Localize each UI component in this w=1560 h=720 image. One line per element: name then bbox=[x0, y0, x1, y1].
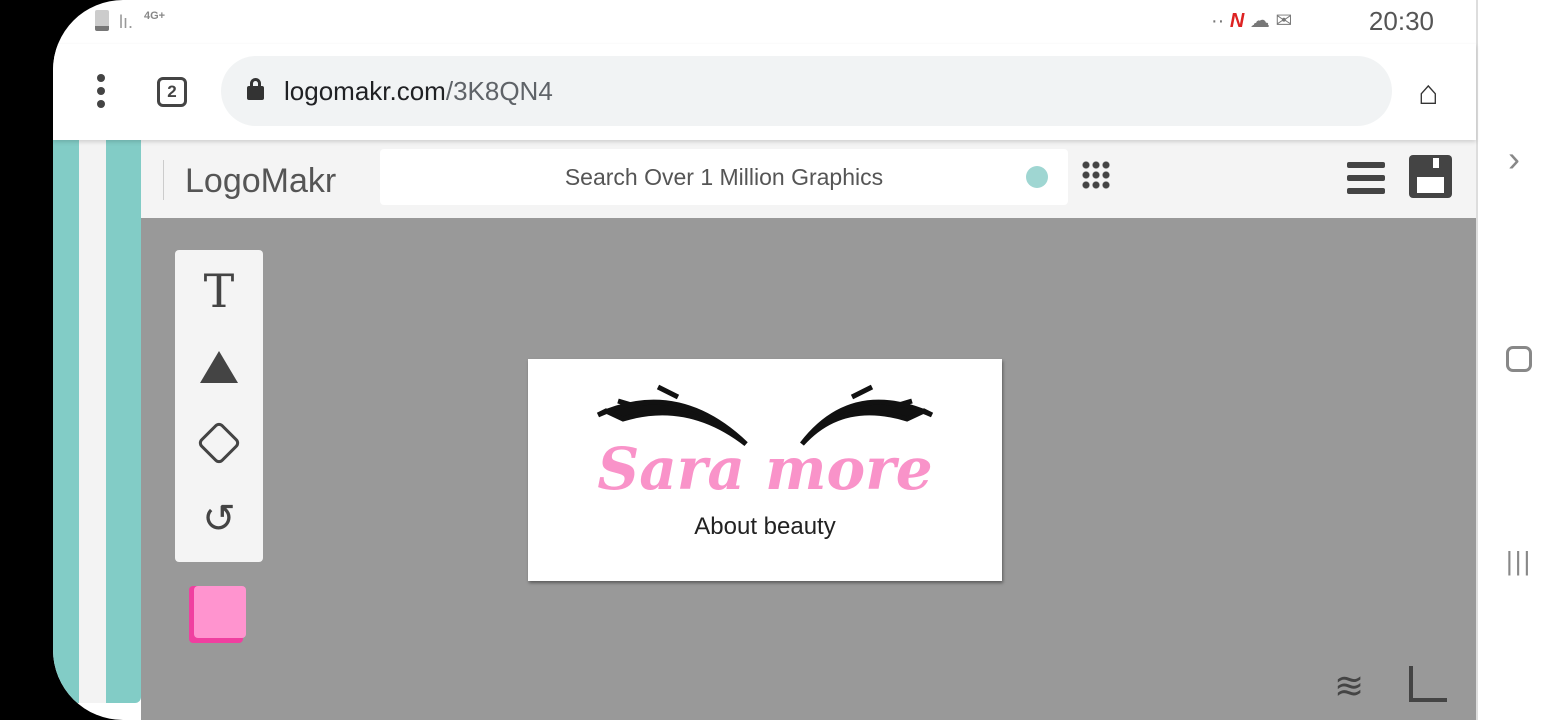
logo-artboard[interactable]: Sara more About beauty bbox=[528, 359, 1002, 581]
notification-icons: ·· N ☁ ✉ bbox=[1211, 10, 1293, 32]
url-text: logomakr.com/3K8QN4 bbox=[284, 76, 553, 106]
color-swatch[interactable] bbox=[189, 586, 246, 643]
side-strip bbox=[53, 140, 79, 703]
logomakr-logo[interactable]: LogoMakr bbox=[185, 162, 336, 201]
network-type: 4G+ bbox=[144, 10, 166, 22]
search-icon[interactable] bbox=[1026, 166, 1048, 188]
battery-icon bbox=[95, 10, 109, 31]
clock: 20:30 bbox=[1368, 6, 1434, 36]
text-tool-icon[interactable]: T bbox=[175, 256, 263, 326]
history-icon[interactable]: ↺ bbox=[175, 484, 263, 554]
save-icon[interactable] bbox=[1409, 155, 1452, 198]
graphics-search-input[interactable]: Search Over 1 Million Graphics bbox=[380, 149, 1068, 205]
app-header: LogoMakr Search Over 1 Million Graphics bbox=[141, 140, 1476, 218]
home-icon[interactable]: ⌂ bbox=[1418, 74, 1439, 113]
design-canvas[interactable]: T ↺ Sara more About beauty ≋ bbox=[141, 218, 1476, 720]
browser-toolbar: 2 logomakr.com/3K8QN4 ⌂ bbox=[53, 44, 1476, 140]
crop-icon[interactable] bbox=[1409, 666, 1447, 702]
forward-icon[interactable]: › bbox=[1508, 138, 1520, 180]
address-bar[interactable]: logomakr.com/3K8QN4 bbox=[221, 56, 1392, 126]
hamburger-menu-icon[interactable] bbox=[1347, 162, 1385, 194]
fill-tool-icon[interactable] bbox=[175, 408, 263, 478]
system-nav-bar: › ||| bbox=[1476, 0, 1560, 720]
brand-name-text[interactable]: Sara more bbox=[528, 435, 1002, 503]
tagline-text[interactable]: About beauty bbox=[528, 513, 1002, 541]
menu-icon[interactable] bbox=[91, 74, 111, 108]
tool-palette: T ↺ bbox=[175, 250, 263, 562]
shape-tool-icon[interactable] bbox=[175, 332, 263, 402]
tab-switcher-button[interactable]: 2 bbox=[157, 77, 187, 107]
phone-screen: lı. 4G+ ·· N ☁ ✉ 20:30 2 logomakr.com/3K… bbox=[53, 0, 1560, 720]
home-button[interactable] bbox=[1506, 346, 1532, 372]
signal-icon: lı. bbox=[119, 12, 134, 32]
layers-icon[interactable]: ≋ bbox=[1334, 665, 1364, 707]
recents-button[interactable]: ||| bbox=[1506, 546, 1532, 577]
status-bar: lı. 4G+ ·· N ☁ ✉ 20:30 bbox=[53, 0, 1476, 44]
grid-icon[interactable] bbox=[1081, 160, 1111, 190]
